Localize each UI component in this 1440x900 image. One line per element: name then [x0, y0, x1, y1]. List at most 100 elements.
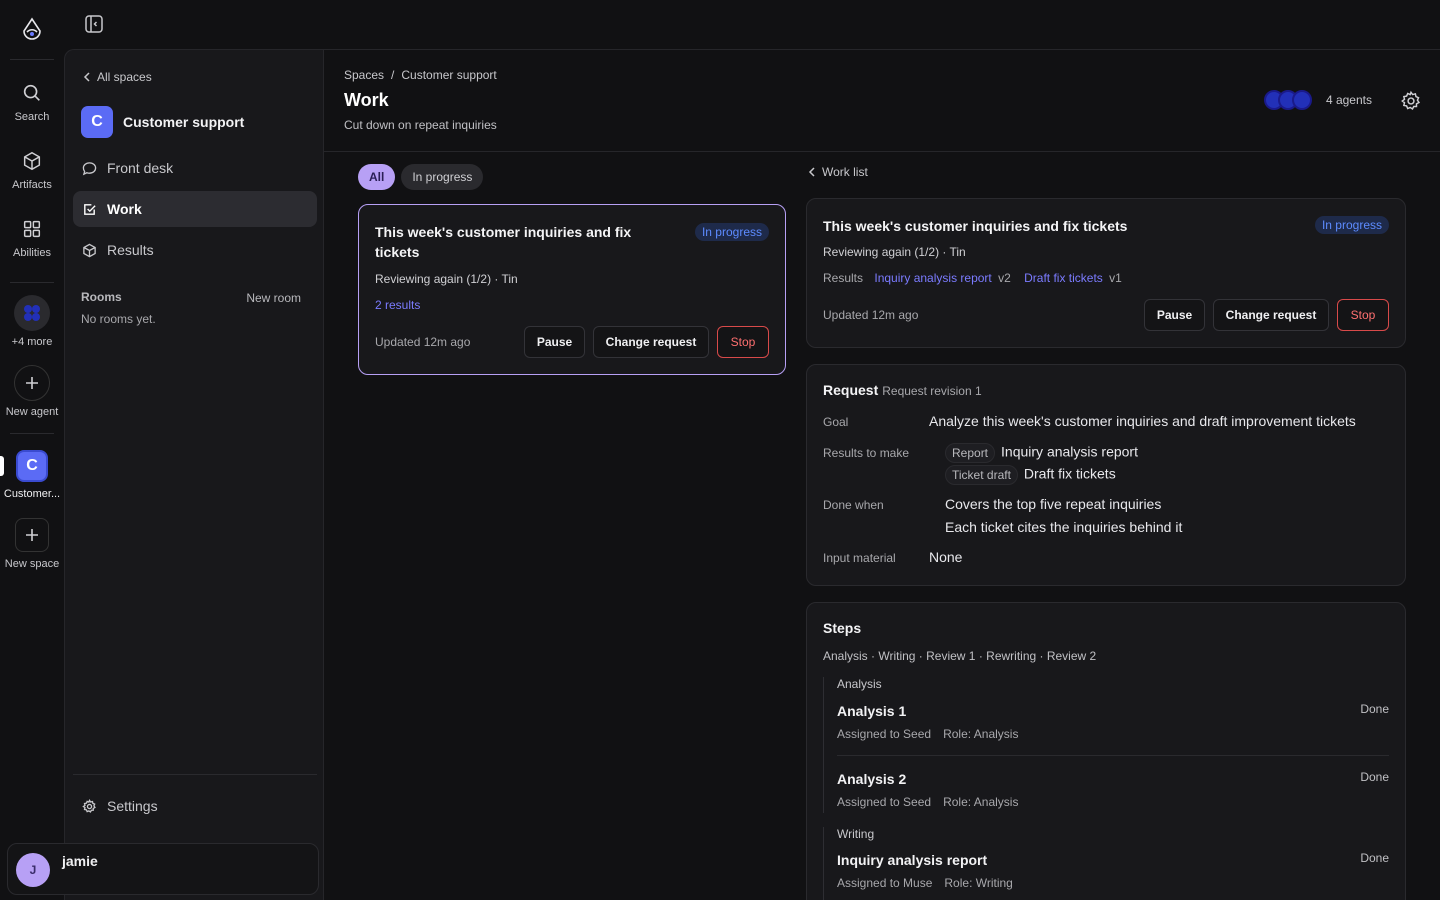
rail-new-space[interactable]: New space: [0, 518, 64, 570]
page-title: Work: [344, 90, 389, 110]
request-revision: Request revision 1: [882, 384, 982, 398]
step-meta: Assigned to Muse Role: Writing: [837, 876, 1013, 890]
rail-search[interactable]: Search: [0, 82, 64, 123]
rail-new-space-label: New space: [4, 558, 60, 570]
steps-path: Analysis · Writing · Review 1 · Rewritin…: [823, 649, 1097, 663]
change-request-button[interactable]: Change request: [1213, 299, 1329, 331]
step-role: Role: Analysis: [943, 795, 1019, 809]
checkbox-icon: [84, 203, 96, 215]
step-meta: Assigned to Seed Role: Analysis: [837, 727, 1018, 741]
result-name: Draft fix tickets: [1023, 465, 1116, 482]
rail-artifacts-label: Artifacts: [12, 179, 52, 191]
gear-icon[interactable]: [1400, 90, 1422, 112]
result-type-tag: Report: [945, 443, 996, 463]
goal-label: Goal: [823, 415, 849, 429]
agent-avatar: [1291, 90, 1312, 110]
grid-icon: [23, 220, 41, 238]
stage-line: [823, 677, 824, 813]
detail-title: This week's customer inquiries and fix t…: [823, 218, 1128, 234]
sidebar-toggle-icon[interactable]: [84, 14, 104, 34]
space-name: Customer support: [123, 114, 245, 130]
pause-button[interactable]: Pause: [524, 326, 585, 358]
sidebar-item-results[interactable]: Results: [73, 232, 317, 268]
step-assignee: Assigned to Seed: [837, 795, 932, 809]
pause-button[interactable]: Pause: [1144, 299, 1205, 331]
work-card-results-link[interactable]: 2 results: [375, 298, 420, 312]
sidebar-item-front-desk[interactable]: Front desk: [73, 150, 317, 186]
search-icon: [23, 84, 40, 101]
rooms-empty-text: No rooms yet.: [81, 312, 156, 326]
work-detail-card: This week's customer inquiries and fix t…: [806, 198, 1406, 348]
breadcrumb-spaces[interactable]: Spaces: [344, 68, 384, 82]
work-card-title: This week's customer inquiries and fix t…: [375, 224, 632, 260]
user-profile[interactable]: J jamie: [7, 843, 319, 895]
step-status: Done: [1360, 770, 1389, 784]
rail-divider: [10, 282, 54, 283]
sidebar-item-label: Work: [107, 201, 142, 217]
app-logo-icon[interactable]: [20, 17, 44, 41]
stage-label: Writing: [837, 827, 875, 841]
result-link[interactable]: Draft fix tickets: [1024, 271, 1103, 285]
chat-bubble-icon: [82, 161, 97, 175]
breadcrumb-space[interactable]: Customer support: [401, 68, 496, 82]
result-version: v2: [998, 271, 1011, 285]
sidebar-item-work[interactable]: Work: [73, 191, 317, 227]
sidebar-item-settings[interactable]: Settings: [73, 788, 317, 824]
input-material-value: None: [929, 549, 963, 565]
agents-cluster-icon: [14, 295, 50, 331]
step-assignee: Assigned to Seed: [837, 727, 932, 741]
step-meta: Assigned to Seed Role: Analysis: [837, 795, 1018, 809]
change-request-button[interactable]: Change request: [593, 326, 709, 358]
step-assignee: Assigned to Muse: [837, 876, 933, 890]
rail-more-agents[interactable]: +4 more: [0, 295, 64, 348]
work-card[interactable]: This week's customer inquiries and fix t…: [358, 204, 786, 375]
work-list-link[interactable]: Work list: [808, 165, 868, 179]
plus-icon: [15, 518, 49, 552]
gear-icon: [82, 798, 96, 813]
rail-artifacts[interactable]: Artifacts: [0, 150, 64, 191]
new-room-button[interactable]: New room: [246, 291, 301, 305]
rail-divider: [10, 59, 54, 60]
step-name[interactable]: Analysis 2: [837, 771, 906, 787]
rail-abilities[interactable]: Abilities: [0, 218, 64, 259]
filter-all[interactable]: All: [358, 164, 396, 190]
rail-space-customer[interactable]: C Customer...: [0, 450, 64, 500]
steps-card: Steps Analysis · Writing · Review 1 · Re…: [806, 602, 1406, 900]
breadcrumb: Spaces / Customer support: [344, 68, 497, 82]
result-type-tag: Ticket draft: [945, 465, 1018, 485]
step-role: Role: Writing: [944, 876, 1013, 890]
header-divider: [324, 151, 1440, 152]
agents-count: 4 agents: [1325, 93, 1372, 107]
step-role: Role: Analysis: [943, 727, 1019, 741]
all-spaces-link[interactable]: All spaces: [83, 70, 152, 84]
rail-divider: [10, 433, 54, 434]
filter-in-progress[interactable]: In progress: [401, 164, 484, 190]
step-name[interactable]: Analysis 1: [837, 703, 906, 719]
result-to-make: Ticket draft Draft fix tickets: [945, 465, 1116, 485]
result-to-make: Report Inquiry analysis report: [945, 443, 1138, 463]
detail-updated: Updated 12m ago: [823, 308, 919, 322]
stage-label: Analysis: [837, 677, 882, 691]
plus-icon: [14, 365, 50, 401]
request-card: Request Request revision 1 Goal Analyze t…: [806, 364, 1406, 586]
rail-space-label: Customer...: [3, 488, 61, 500]
request-title: Request: [823, 382, 879, 398]
rail-more-label: +4 more: [11, 336, 53, 348]
filter-chips: All In progress: [358, 164, 484, 190]
result-name: Inquiry analysis report: [1001, 443, 1138, 460]
status-badge: In progress: [1314, 216, 1389, 234]
agents-summary[interactable]: 4 agents: [1263, 90, 1372, 110]
step-name[interactable]: Inquiry analysis report: [837, 852, 987, 868]
stop-button[interactable]: Stop: [1337, 299, 1389, 331]
rail-new-agent-label: New agent: [5, 406, 59, 418]
input-material-label: Input material: [823, 551, 896, 565]
done-criterion: Each ticket cites the inquiries behind i…: [945, 519, 1183, 535]
chevron-left-icon: [83, 72, 90, 82]
result-link[interactable]: Inquiry analysis report: [874, 271, 991, 285]
stage-line: [823, 827, 824, 900]
all-spaces-label: All spaces: [97, 70, 152, 84]
step-status: Done: [1360, 702, 1389, 716]
stop-button[interactable]: Stop: [717, 326, 769, 358]
rail-new-agent[interactable]: New agent: [0, 365, 64, 418]
results-to-make-label: Results to make: [823, 446, 910, 460]
